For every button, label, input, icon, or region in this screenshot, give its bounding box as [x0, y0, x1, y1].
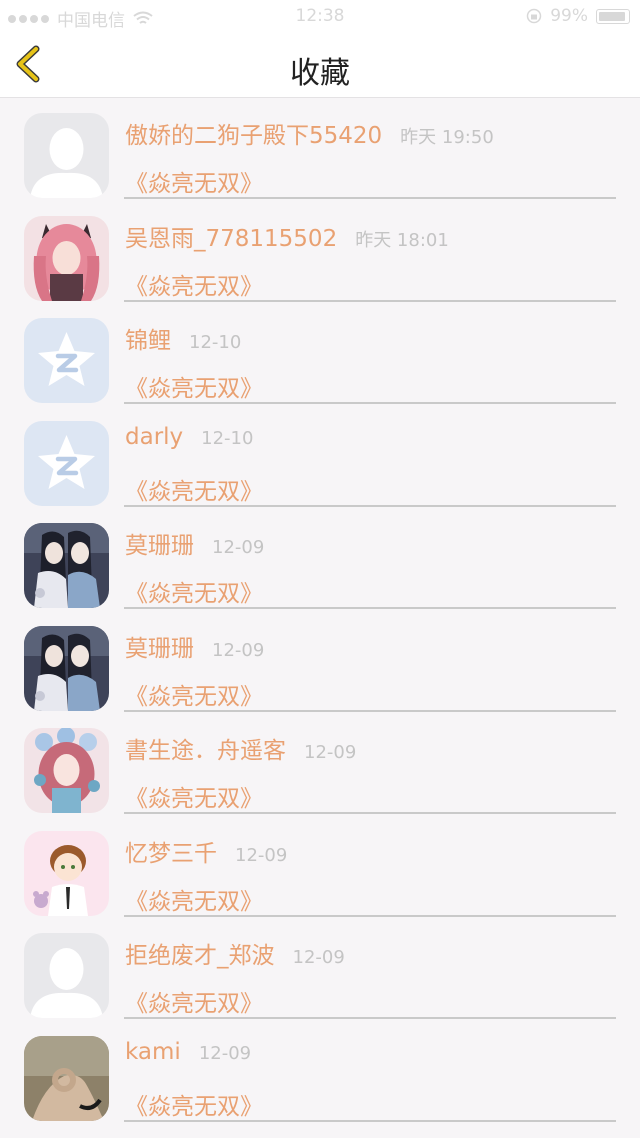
book-title[interactable]: 《焱亮无双》 [125, 267, 263, 301]
item-meta: 拒绝废才_郑波 12-09 [125, 936, 345, 970]
item-meta: darly 12-10 [125, 424, 253, 450]
item-meta: 莫珊珊 12-09 [125, 526, 264, 560]
list-item[interactable]: 拒绝废才_郑波 12-09 《焱亮无双》 [0, 918, 640, 1021]
book-title[interactable]: 《焱亮无双》 [125, 472, 263, 506]
divider [124, 299, 616, 302]
list-item[interactable]: 莫珊珊 12-09 《焱亮无双》 [0, 611, 640, 714]
item-meta: 莫珊珊 12-09 [125, 629, 264, 663]
user-name[interactable]: 拒绝废才_郑波 [125, 936, 275, 970]
timestamp: 12-09 [212, 537, 265, 558]
timestamp: 12-09 [198, 1042, 252, 1064]
divider [124, 1119, 616, 1122]
battery-percent: 99% [550, 6, 588, 26]
timestamp: 12-09 [212, 639, 265, 661]
list-item[interactable]: 傲娇的二狗子殿下55420 昨天 19:50 《焱亮无双》 [0, 98, 640, 201]
book-title[interactable]: 《焱亮无双》 [125, 779, 263, 813]
divider [124, 402, 616, 404]
book-title[interactable]: 《焱亮无双》 [125, 677, 263, 711]
list-item[interactable]: 忆梦三千 12-09 《焱亮无双》 [0, 816, 640, 919]
user-name[interactable]: 莫珊珊 [125, 629, 194, 663]
book-title[interactable]: 《焱亮无双》 [125, 164, 263, 198]
divider [124, 914, 616, 917]
user-name[interactable]: kami [125, 1039, 181, 1065]
item-meta: 書生途．舟遥客 12-09 [125, 731, 356, 765]
qzone-star-avatar[interactable] [24, 318, 109, 403]
qzone-star-avatar[interactable] [24, 420, 109, 506]
timestamp: 12-10 [201, 427, 254, 449]
user-name[interactable]: 吴恩雨_778115502 [125, 219, 337, 253]
nav-bar: 收藏 [0, 30, 640, 98]
timestamp: 12-10 [189, 332, 242, 353]
divider [124, 607, 616, 609]
anime-girl-flowers-avatar[interactable] [24, 728, 109, 813]
book-title[interactable]: 《焱亮无双》 [125, 1087, 263, 1121]
default-person-avatar[interactable] [24, 933, 109, 1018]
user-name[interactable]: 莫珊珊 [125, 526, 194, 560]
book-title[interactable]: 《焱亮无双》 [125, 369, 263, 403]
timestamp: 12-09 [292, 947, 345, 968]
status-bar: 中国电信 12:38 99% [0, 0, 640, 31]
list-item[interactable]: 锦鲤 12-10 《焱亮无双》 [0, 303, 640, 406]
divider [124, 709, 616, 712]
default-person-avatar[interactable] [24, 113, 109, 198]
list-item[interactable]: 莫珊珊 12-09 《焱亮无双》 [0, 508, 640, 611]
user-name[interactable]: 锦鲤 [125, 321, 171, 355]
anime-girl-pink-avatar[interactable] [24, 215, 109, 301]
favorites-list: 傲娇的二狗子殿下55420 昨天 19:50 《焱亮无双》 吴恩雨_778115… [0, 98, 640, 1123]
item-meta: 吴恩雨_778115502 昨天 18:01 [125, 219, 449, 253]
divider [124, 812, 616, 814]
item-meta: 忆梦三千 12-09 [125, 834, 287, 868]
book-title[interactable]: 《焱亮无双》 [125, 574, 263, 608]
user-name[interactable]: darly [125, 424, 183, 450]
divider [124, 1017, 616, 1019]
battery-info: 99% [526, 6, 630, 26]
divider [124, 197, 616, 199]
battery-icon [596, 8, 630, 24]
user-name[interactable]: 忆梦三千 [125, 834, 217, 868]
timestamp: 12-09 [304, 742, 357, 763]
timestamp: 昨天 18:01 [355, 229, 449, 251]
anime-couple-avatar[interactable] [24, 625, 109, 711]
list-item[interactable]: 吴恩雨_778115502 昨天 18:01 《焱亮无双》 [0, 201, 640, 304]
timestamp: 昨天 19:50 [400, 127, 494, 148]
anime-boy-avatar[interactable] [24, 830, 109, 916]
hand-photo-avatar[interactable] [24, 1035, 109, 1121]
page-title: 收藏 [290, 56, 350, 91]
timestamp: 12-09 [235, 844, 288, 866]
divider [124, 504, 616, 507]
list-item[interactable]: darly 12-10 《焱亮无双》 [0, 406, 640, 509]
item-meta: 傲娇的二狗子殿下55420 昨天 19:50 [125, 116, 494, 150]
item-meta: 锦鲤 12-10 [125, 321, 241, 355]
list-item[interactable]: kami 12-09 《焱亮无双》 [0, 1021, 640, 1124]
user-name[interactable]: 傲娇的二狗子殿下55420 [125, 116, 382, 150]
orientation-lock-icon [526, 8, 542, 24]
user-name[interactable]: 書生途．舟遥客 [125, 731, 286, 765]
anime-couple-avatar[interactable] [24, 523, 109, 608]
item-meta: kami 12-09 [125, 1039, 251, 1065]
book-title[interactable]: 《焱亮无双》 [125, 882, 263, 916]
book-title[interactable]: 《焱亮无双》 [125, 984, 263, 1018]
list-item[interactable]: 書生途．舟遥客 12-09 《焱亮无双》 [0, 713, 640, 816]
